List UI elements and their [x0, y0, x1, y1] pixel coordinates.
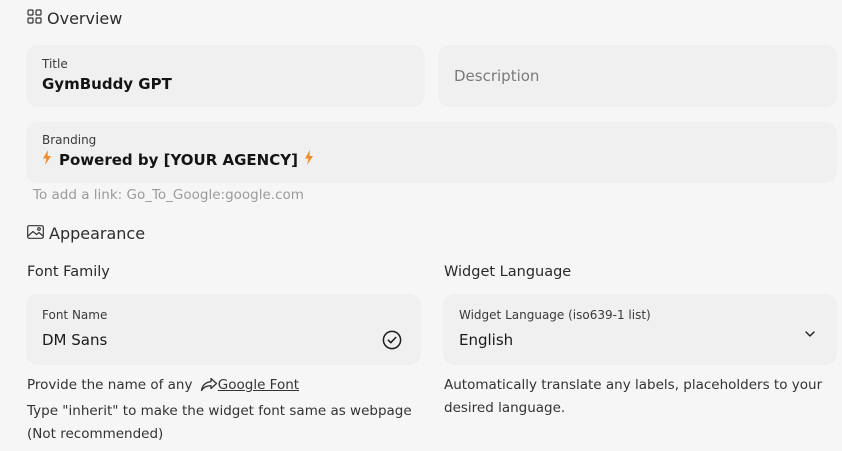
widget-language-label: Widget Language: [444, 264, 572, 280]
widget-language-select[interactable]: Widget Language (iso639-1 list) English: [444, 295, 836, 364]
description-field[interactable]: Description: [439, 46, 836, 106]
share-icon: [200, 377, 218, 400]
branding-hint: To add a link: Go_To_Google:google.com: [33, 187, 304, 203]
title-field[interactable]: Title GymBuddy GPT: [27, 46, 424, 106]
title-field-value[interactable]: GymBuddy GPT: [42, 75, 172, 93]
branding-field[interactable]: Branding Powered by [YOUR AGENCY]: [27, 123, 836, 182]
check-circle-icon: [382, 330, 402, 354]
image-icon: [27, 224, 49, 243]
overview-heading-text: Overview: [47, 9, 123, 28]
font-help-line1: Provide the name of any Google Font: [27, 374, 427, 400]
branding-field-value-row[interactable]: Powered by [YOUR AGENCY]: [42, 150, 314, 169]
widget-language-help: Automatically translate any labels, plac…: [444, 374, 839, 420]
widget-language-value: English: [459, 331, 514, 349]
google-font-link[interactable]: Google Font: [218, 377, 299, 393]
font-name-label: Font Name: [42, 308, 108, 322]
overview-heading: Overview: [27, 9, 122, 28]
description-placeholder: Description: [454, 67, 540, 85]
branding-field-label: Branding: [42, 133, 97, 147]
appearance-heading: Appearance: [27, 224, 145, 243]
widget-language-help-line2: desired language.: [444, 400, 566, 416]
lightning-icon: [42, 150, 52, 169]
grid-icon: [27, 9, 47, 28]
font-name-field[interactable]: Font Name DM Sans: [27, 295, 420, 364]
branding-field-value: Powered by [YOUR AGENCY]: [59, 150, 298, 169]
font-help-line3: (Not recommended): [27, 426, 164, 442]
appearance-heading-text: Appearance: [49, 224, 146, 243]
lightning-icon: [304, 150, 314, 169]
chevron-down-icon[interactable]: [804, 324, 816, 343]
font-help-line2: Type "inherit" to make the widget font s…: [27, 403, 412, 419]
font-help-prefix: Provide the name of any: [27, 377, 193, 393]
font-help: Provide the name of any Google Font Type…: [27, 374, 427, 446]
title-field-label: Title: [42, 57, 68, 71]
widget-language-field-label: Widget Language (iso639-1 list): [459, 308, 651, 322]
font-family-label: Font Family: [27, 264, 110, 280]
font-name-value[interactable]: DM Sans: [42, 331, 107, 349]
widget-language-help-line1: Automatically translate any labels, plac…: [444, 377, 823, 393]
